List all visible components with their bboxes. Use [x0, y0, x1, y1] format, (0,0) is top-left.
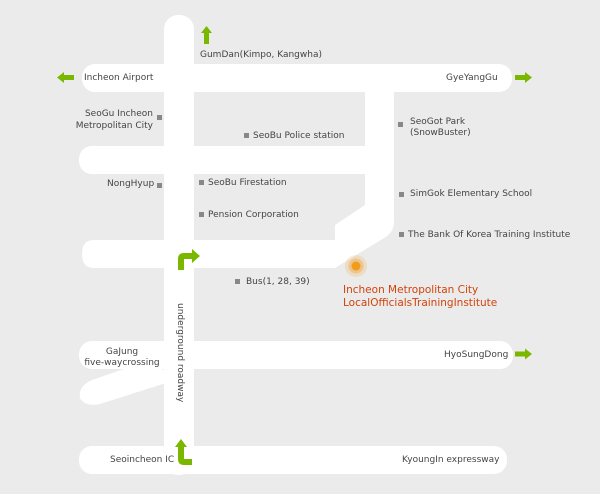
road-mid-horizontal [79, 146, 384, 174]
label-underground-roadway: underground roadway [175, 303, 185, 403]
marker-bus-icon [235, 279, 240, 284]
label-pension-corp: Pension Corporation [208, 210, 299, 220]
label-seogot-park-line2: (SnowBuster) [410, 128, 471, 138]
location-map: GumDan(Kimpo, Kangwha) Incheon Airport G… [0, 0, 600, 494]
marker-simgok-school-icon [399, 192, 404, 197]
marker-pension-corp-icon [199, 212, 204, 217]
label-simgok-school: SimGok Elementary School [410, 189, 533, 199]
label-kyoungin-expressway: KyoungIn expressway [402, 455, 500, 465]
marker-seobu-police-icon [244, 133, 249, 138]
label-seogu-office-line1: SeoGu Incheon [84, 109, 153, 119]
label-seogu-office-line2: Metropolitan City [75, 121, 153, 131]
label-seobu-fire: SeoBu Firestation [208, 178, 287, 188]
road-lower-horizontal [82, 240, 335, 268]
label-seoincheon-ic: Seoincheon IC [110, 455, 175, 465]
arrow-left-airport-icon [57, 72, 74, 83]
marker-nonghyup-icon [157, 183, 162, 188]
destination-dot-icon [351, 261, 361, 271]
label-seobu-police: SeoBu Police station [253, 131, 345, 141]
label-incheon-airport: Incheon Airport [84, 73, 154, 83]
marker-bank-of-korea-icon [399, 232, 404, 237]
label-bus: Bus(1, 28, 39) [246, 277, 310, 287]
arrow-up-gumdan-icon [201, 26, 212, 44]
label-destination-line1: Incheon Metropolitan City [343, 284, 479, 296]
label-destination-line2: LocalOfficialsTrainingInstitute [343, 297, 498, 309]
label-gumdan: GumDan(Kimpo, Kangwha) [200, 50, 322, 60]
label-hyosungdong: HyoSungDong [444, 350, 509, 360]
label-gajung-line2: five-waycrossing [84, 358, 160, 368]
label-nonghyup: NongHyup [107, 179, 155, 189]
arrow-right-gyeyanggu-icon [515, 72, 532, 83]
label-bank-of-korea: The Bank Of Korea Training Institute [408, 230, 571, 240]
marker-seogu-office-icon [157, 115, 162, 120]
label-gyeyanggu: GyeYangGu [446, 73, 498, 83]
marker-seobu-fire-icon [199, 180, 204, 185]
marker-seogot-park-icon [398, 122, 403, 127]
arrow-right-hyosungdong-icon [515, 348, 532, 360]
